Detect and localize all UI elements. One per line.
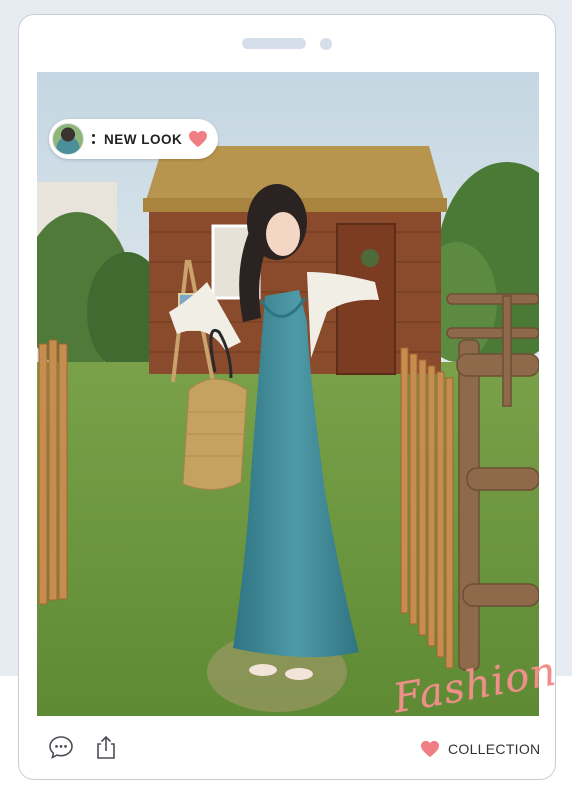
post-photo[interactable]: [37, 72, 539, 716]
collection-label: COLLECTION: [448, 741, 541, 757]
tag-label: NEW LOOK: [104, 131, 183, 147]
avatar[interactable]: [52, 123, 84, 155]
vertical-dots-icon: [92, 134, 95, 144]
collection-button[interactable]: COLLECTION: [420, 740, 540, 758]
post-action-bar: COLLECTION: [19, 716, 555, 778]
heart-icon: [421, 740, 439, 758]
chat-bubble-icon[interactable]: [48, 734, 74, 760]
heart-icon[interactable]: [188, 130, 208, 148]
phone-speaker: [242, 38, 306, 49]
new-look-tag[interactable]: NEW LOOK: [49, 119, 218, 159]
phone-camera: [320, 38, 332, 50]
share-icon[interactable]: [93, 734, 119, 760]
photo-illustration: [37, 72, 539, 716]
